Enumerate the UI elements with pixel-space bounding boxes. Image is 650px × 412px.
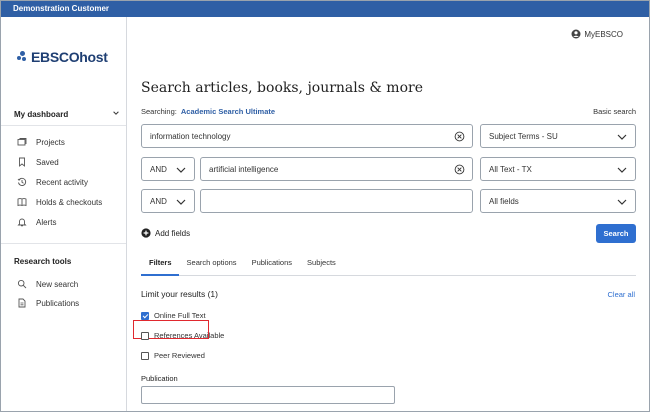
chevron-down-icon [176, 199, 186, 205]
divider [1, 125, 126, 126]
clear-all-link[interactable]: Clear all [607, 290, 635, 299]
sidebar-item-label: Projects [36, 137, 65, 147]
operator-select-2-value: AND [150, 164, 167, 174]
sidebar-item-label: Recent activity [36, 177, 89, 187]
filter-tabs: Filters Search options Publications Subj… [141, 254, 636, 276]
sidebar-item-label: New search [36, 279, 79, 289]
publication-label: Publication [141, 374, 178, 383]
limit-results-title: Limit your results (1) [141, 289, 218, 299]
sidebar-item-label: Saved [36, 157, 59, 167]
sidebar-item-saved[interactable]: Saved [17, 157, 59, 167]
search-icon [17, 279, 27, 289]
checkbox-unchecked[interactable] [141, 351, 149, 360]
myebsco-button[interactable]: MyEBSCO [571, 29, 623, 39]
sidebar-item-label: Publications [36, 298, 80, 308]
field-select-2[interactable]: All Text - TX [480, 157, 636, 181]
search-input-3[interactable] [200, 189, 473, 213]
checkbox-label: Online Full Text [154, 311, 206, 320]
add-fields-button[interactable]: Add fields [141, 228, 190, 238]
bookmark-icon [17, 157, 27, 167]
checkbox-unchecked[interactable] [141, 331, 149, 340]
divider [1, 243, 126, 244]
checkbox-label: Peer Reviewed [154, 351, 205, 360]
my-dashboard-title: My dashboard [14, 110, 69, 119]
search-input-1[interactable]: information technology [141, 124, 473, 148]
ebscohost-logo[interactable]: EBSCOhost [17, 49, 108, 65]
sidebar-item-new-search[interactable]: New search [17, 279, 78, 289]
clear-icon[interactable] [454, 131, 465, 142]
page-title: Search articles, books, journals & more [141, 80, 423, 96]
checkbox-references-available[interactable]: References Available [141, 331, 224, 340]
tab-filters[interactable]: Filters [141, 254, 179, 276]
field-select-2-value: All Text - TX [489, 164, 532, 174]
checkbox-online-full-text[interactable]: Online Full Text [141, 311, 206, 320]
plus-circle-icon [141, 228, 151, 238]
chevron-down-icon [617, 199, 627, 205]
research-tools-title: Research tools [14, 257, 72, 266]
history-icon [17, 177, 27, 187]
bell-icon [17, 217, 27, 227]
ebsco-logo-icon [17, 51, 29, 63]
field-select-3-value: All fields [489, 196, 519, 206]
customer-bar: Demonstration Customer [1, 1, 649, 17]
search-button[interactable]: Search [596, 224, 636, 243]
field-select-3[interactable]: All fields [480, 189, 636, 213]
tab-subjects[interactable]: Subjects [299, 254, 343, 276]
myebsco-label: MyEBSCO [584, 29, 623, 39]
database-link[interactable]: Academic Search Ultimate [181, 107, 275, 116]
publication-input[interactable] [141, 386, 395, 404]
operator-select-3-value: AND [150, 196, 167, 206]
operator-select-3[interactable]: AND [141, 189, 195, 213]
document-icon [17, 298, 27, 308]
sidebar-item-projects[interactable]: Projects [17, 137, 65, 147]
sidebar-item-publications[interactable]: Publications [17, 298, 79, 308]
my-dashboard-toggle[interactable]: My dashboard [14, 110, 120, 119]
sidebar-item-alerts[interactable]: Alerts [17, 217, 56, 227]
book-icon [17, 197, 27, 207]
checkbox-checked[interactable] [141, 311, 149, 320]
projects-icon [17, 137, 27, 147]
field-select-1-value: Subject Terms - SU [489, 131, 558, 141]
app-window: Demonstration Customer EBSCOhost My dash… [0, 0, 650, 412]
user-icon [571, 29, 581, 39]
search-input-2[interactable]: artificial intelligence [200, 157, 473, 181]
checkbox-label: References Available [154, 331, 225, 340]
clear-icon[interactable] [454, 164, 465, 175]
checkbox-peer-reviewed[interactable]: Peer Reviewed [141, 351, 205, 360]
sidebar-item-label: Alerts [36, 217, 57, 227]
chevron-down-icon [113, 111, 119, 115]
chevron-down-icon [617, 134, 627, 140]
search-input-2-value: artificial intelligence [209, 164, 279, 174]
field-select-1[interactable]: Subject Terms - SU [480, 124, 636, 148]
basic-search-link[interactable]: Basic search [593, 107, 636, 116]
tab-search-options[interactable]: Search options [179, 254, 244, 276]
sidebar-item-label: Holds & checkouts [36, 197, 103, 207]
search-input-1-value: information technology [150, 131, 231, 141]
add-fields-label: Add fields [155, 228, 191, 238]
chevron-down-icon [176, 167, 186, 173]
main-content: MyEBSCO Search articles, books, journals… [127, 17, 649, 411]
sidebar: EBSCOhost My dashboard Projects Saved Re… [1, 17, 127, 411]
sidebar-item-holds-checkouts[interactable]: Holds & checkouts [17, 197, 102, 207]
searching-label: Searching: [141, 107, 177, 116]
sidebar-item-recent-activity[interactable]: Recent activity [17, 177, 88, 187]
searching-line: Searching: Academic Search Ultimate [141, 107, 275, 116]
operator-select-2[interactable]: AND [141, 157, 195, 181]
chevron-down-icon [617, 167, 627, 173]
tab-publications[interactable]: Publications [244, 254, 299, 276]
logo-text: EBSCOhost [31, 49, 108, 65]
